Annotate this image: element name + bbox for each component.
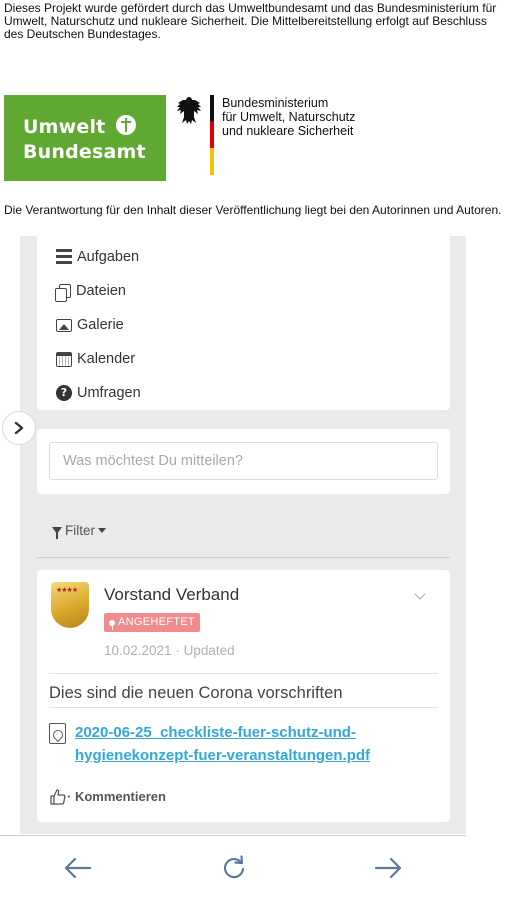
calendar-icon: [56, 351, 72, 367]
caret-down-icon: [98, 528, 106, 533]
tasks-icon: [56, 249, 72, 265]
pdf-file-icon: [49, 723, 66, 744]
divider: [49, 707, 438, 708]
post-text: Dies sind die neuen Corona vorschriften: [49, 684, 343, 702]
menu-item-label: Dateien: [76, 283, 126, 299]
chevron-right-icon: [14, 421, 24, 435]
space-menu: Aufgaben Dateien Galerie Kalender ? Umfr…: [37, 236, 450, 410]
app-screen: Aufgaben Dateien Galerie Kalender ? Umfr…: [20, 236, 466, 834]
menu-item-label: Kalender: [77, 351, 136, 367]
reload-icon[interactable]: [216, 850, 252, 886]
post-author[interactable]: Vorstand Verband: [104, 585, 239, 605]
question-circle-icon: ?: [56, 385, 72, 401]
avatar-stars-icon: ★★★★: [56, 586, 78, 594]
menu-item-galerie[interactable]: Galerie: [56, 313, 124, 337]
sidebar-toggle-button[interactable]: [2, 411, 36, 445]
umweltbundesamt-logo: Umwelt Bundesamt: [4, 95, 166, 181]
menu-item-dateien[interactable]: Dateien: [55, 279, 126, 303]
federal-eagle-icon: [177, 97, 201, 124]
funding-note: Dieses Projekt wurde gefördert durch das…: [4, 1, 497, 41]
ministry-line2: für Umwelt, Naturschutz: [222, 110, 356, 124]
pinned-badge-label: ANGEHEFTET: [118, 616, 195, 628]
responsibility-note: Die Verantwortung für den Inhalt dieser …: [4, 203, 502, 217]
tree-icon: [116, 115, 136, 135]
browser-toolbar-divider: [0, 835, 466, 836]
post-composer-input[interactable]: [49, 442, 438, 480]
menu-item-label: Aufgaben: [77, 249, 140, 265]
post-meta: 10.02.2021 · Updated: [104, 643, 235, 658]
arrow-left-icon[interactable]: [60, 850, 96, 886]
menu-item-label: Umfragen: [77, 385, 141, 401]
menu-item-aufgaben[interactable]: Aufgaben: [56, 245, 139, 269]
files-icon: [55, 284, 71, 302]
comment-link[interactable]: · Kommentieren: [67, 789, 166, 804]
filter-icon: [52, 527, 62, 539]
german-flag-bar: [210, 95, 214, 175]
menu-item-umfragen[interactable]: ? Umfragen: [56, 381, 141, 405]
filter-label: Filter: [65, 523, 95, 538]
gallery-icon: [56, 318, 72, 332]
pinned-badge: ANGEHEFTET: [104, 613, 200, 632]
avatar[interactable]: ★★★★: [51, 582, 89, 628]
uba-logo-line2: Bundesamt: [23, 141, 146, 163]
menu-item-kalender[interactable]: Kalender: [56, 347, 135, 371]
pin-icon: [109, 619, 115, 630]
ministry-line1: Bundesministerium: [222, 96, 329, 110]
ministry-logo-text: Bundesministerium für Umwelt, Naturschut…: [222, 96, 355, 138]
arrow-right-icon[interactable]: [370, 850, 406, 886]
composer-card: [37, 429, 450, 494]
uba-logo-line1: Umwelt: [23, 116, 106, 138]
thumbs-up-icon[interactable]: [49, 788, 67, 806]
post-card: ★★★★ Vorstand Verband ANGEHEFTET 10.02.2…: [37, 570, 450, 822]
filter-button[interactable]: Filter: [52, 523, 106, 539]
divider: [49, 673, 438, 674]
attachment-link[interactable]: 2020-06-25_checkliste-fuer-schutz-und-hy…: [75, 721, 405, 767]
ministry-line3: und nukleare Sicherheit: [222, 124, 354, 138]
divider: [37, 557, 450, 558]
menu-item-label: Galerie: [77, 317, 124, 333]
chevron-down-icon[interactable]: [414, 588, 426, 600]
